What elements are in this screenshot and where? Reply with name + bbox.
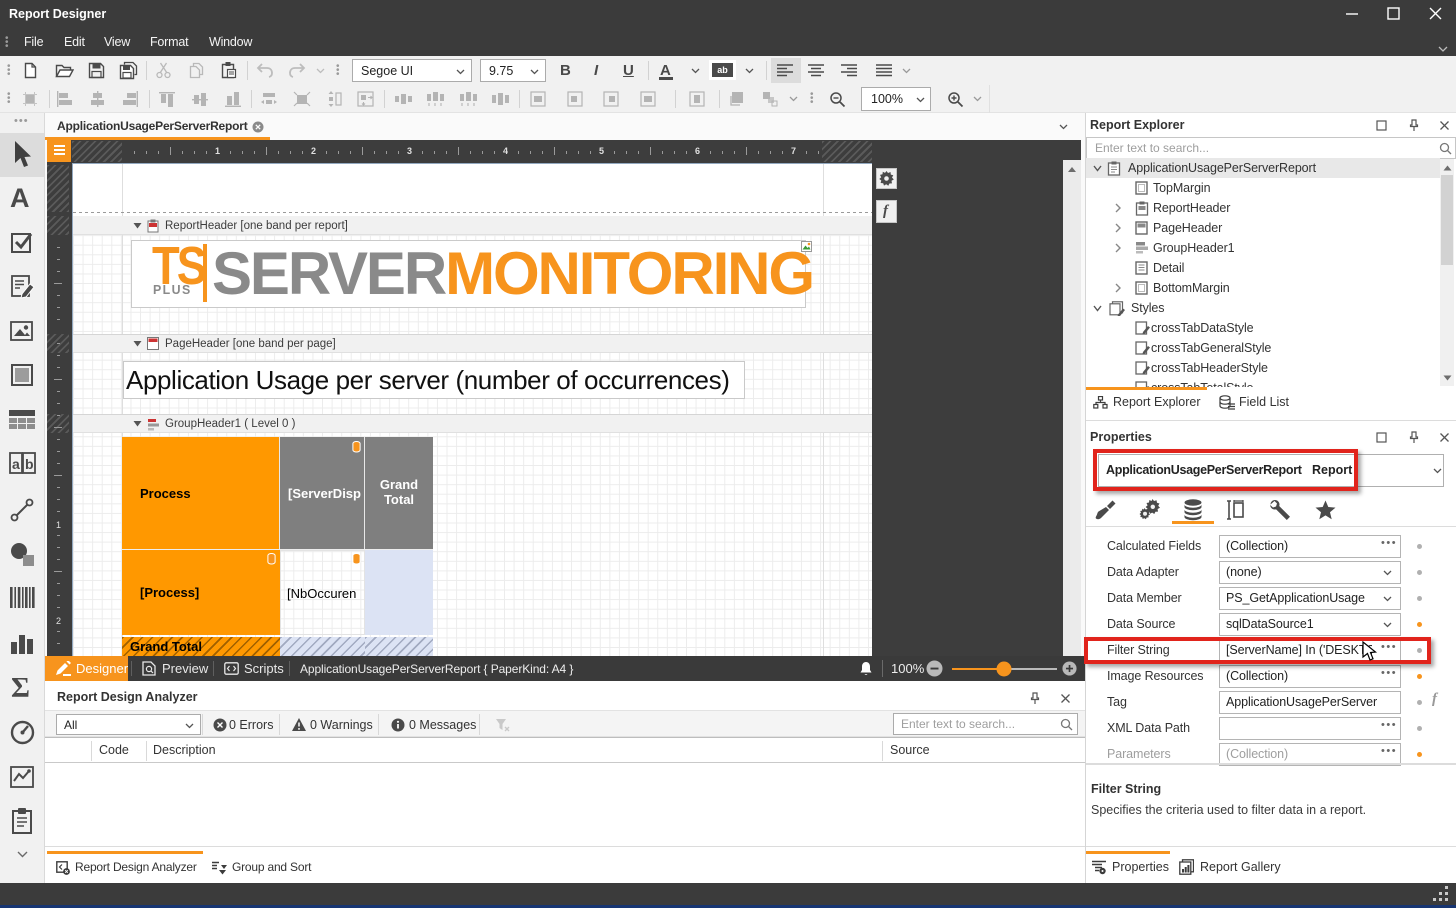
svg-text:b: b: [25, 456, 34, 472]
svg-text:a: a: [12, 456, 20, 472]
